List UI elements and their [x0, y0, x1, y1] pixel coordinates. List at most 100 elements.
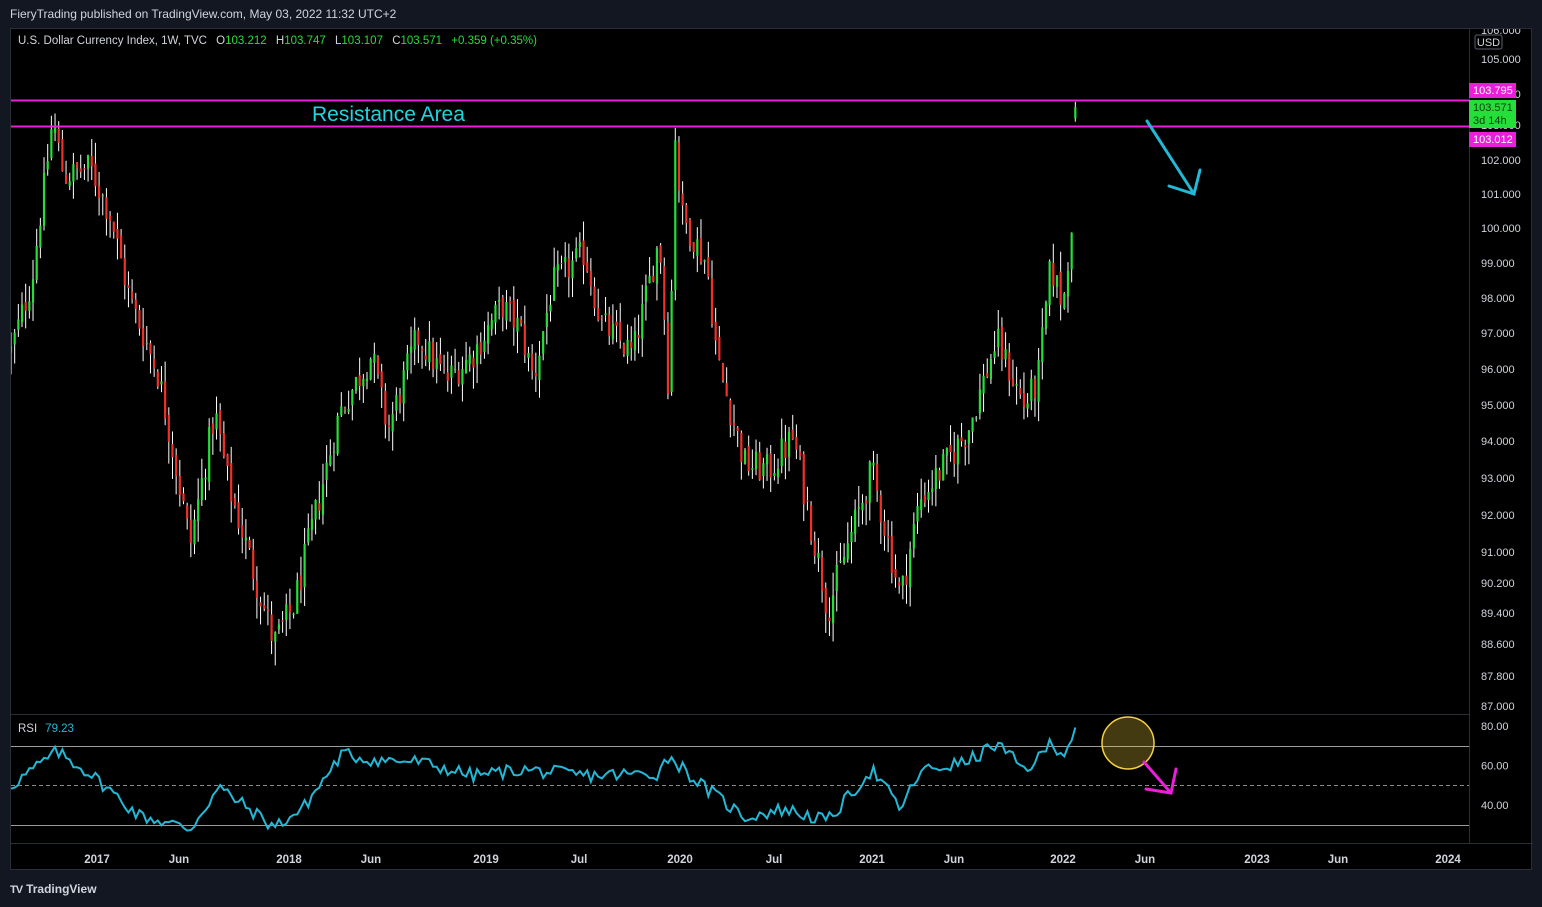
candle[interactable] — [509, 296, 512, 322]
candle[interactable] — [395, 387, 398, 422]
candle[interactable] — [259, 596, 262, 625]
candle[interactable] — [237, 484, 240, 535]
candle[interactable] — [854, 499, 857, 542]
candle[interactable] — [831, 572, 835, 642]
candle[interactable] — [876, 453, 879, 502]
candle[interactable] — [516, 299, 519, 354]
candle[interactable] — [865, 495, 868, 526]
candle[interactable] — [153, 345, 156, 377]
candle[interactable] — [1011, 359, 1015, 387]
candle[interactable] — [534, 352, 537, 393]
candle[interactable] — [215, 396, 218, 440]
candle[interactable] — [310, 504, 314, 541]
candle[interactable] — [663, 257, 666, 335]
candle[interactable] — [729, 398, 732, 438]
candle[interactable] — [182, 487, 185, 505]
candle[interactable] — [575, 237, 578, 262]
candle[interactable] — [233, 493, 236, 509]
candle[interactable] — [384, 383, 387, 439]
candle[interactable] — [208, 418, 211, 491]
candle[interactable] — [633, 317, 637, 361]
candle[interactable] — [498, 286, 501, 320]
candle[interactable] — [464, 341, 468, 374]
candle[interactable] — [1044, 300, 1048, 335]
candle[interactable] — [61, 129, 64, 172]
candle[interactable] — [699, 219, 703, 265]
candle[interactable] — [725, 367, 728, 397]
candle[interactable] — [193, 509, 196, 555]
candle[interactable] — [281, 610, 284, 633]
candle[interactable] — [402, 361, 405, 422]
candle[interactable] — [255, 566, 258, 619]
candle[interactable] — [453, 348, 457, 374]
candle[interactable] — [398, 387, 402, 414]
candle[interactable] — [1059, 251, 1062, 321]
candle[interactable] — [901, 575, 904, 600]
candle[interactable] — [758, 441, 761, 481]
candle[interactable] — [46, 143, 49, 176]
candle[interactable] — [721, 362, 725, 383]
candle[interactable] — [138, 304, 141, 336]
candle[interactable] — [487, 311, 490, 355]
candle[interactable] — [531, 344, 534, 380]
candle[interactable] — [42, 157, 46, 231]
candle[interactable] — [784, 424, 787, 480]
candle[interactable] — [677, 136, 681, 203]
candle[interactable] — [512, 286, 515, 346]
candle[interactable] — [387, 414, 391, 442]
candle[interactable] — [1019, 379, 1022, 399]
candle[interactable] — [457, 361, 460, 387]
candle[interactable] — [920, 478, 923, 518]
candle[interactable] — [270, 601, 273, 655]
candle[interactable] — [75, 161, 79, 180]
candle[interactable] — [164, 361, 167, 426]
candle[interactable] — [912, 512, 915, 558]
candle[interactable] — [314, 499, 317, 535]
candle[interactable] — [820, 550, 824, 603]
candle[interactable] — [307, 513, 310, 546]
candle[interactable] — [909, 541, 912, 607]
candle[interactable] — [439, 337, 442, 371]
candle[interactable] — [817, 538, 820, 572]
candle[interactable] — [112, 221, 115, 239]
candle[interactable] — [380, 363, 383, 409]
candle[interactable] — [982, 363, 985, 412]
candle[interactable] — [83, 164, 86, 181]
candle[interactable] — [648, 257, 651, 284]
candle[interactable] — [743, 447, 747, 465]
candle[interactable] — [1055, 275, 1059, 299]
candle[interactable] — [175, 448, 178, 495]
candle[interactable] — [494, 300, 497, 335]
candle[interactable] — [945, 447, 948, 475]
candle[interactable] — [964, 439, 967, 466]
candle[interactable] — [835, 551, 838, 612]
currency-badge[interactable]: USD — [1474, 34, 1503, 50]
candle[interactable] — [435, 342, 438, 384]
candle[interactable] — [520, 316, 523, 327]
candle[interactable] — [1074, 101, 1077, 122]
candle[interactable] — [754, 439, 758, 476]
candle[interactable] — [545, 294, 548, 345]
candle[interactable] — [857, 485, 860, 527]
candle[interactable] — [685, 202, 688, 234]
candle[interactable] — [241, 507, 244, 554]
candle[interactable] — [674, 127, 677, 301]
candle[interactable] — [692, 242, 695, 259]
candle[interactable] — [978, 373, 982, 420]
candle[interactable] — [431, 337, 435, 378]
candle[interactable] — [409, 326, 413, 374]
candle[interactable] — [424, 339, 427, 367]
candle[interactable] — [971, 417, 974, 443]
candle[interactable] — [850, 516, 853, 564]
candle[interactable] — [303, 527, 306, 606]
candle[interactable] — [556, 250, 559, 287]
rsi-axis[interactable]: 80.00 60.00 40.00 — [1481, 721, 1509, 812]
candle[interactable] — [116, 212, 119, 260]
candle[interactable] — [20, 292, 24, 328]
candle[interactable] — [549, 294, 552, 322]
candle[interactable] — [997, 309, 1000, 357]
candle[interactable] — [417, 327, 420, 364]
candle[interactable] — [108, 211, 112, 238]
candle[interactable] — [809, 501, 813, 545]
candle[interactable] — [358, 357, 361, 401]
